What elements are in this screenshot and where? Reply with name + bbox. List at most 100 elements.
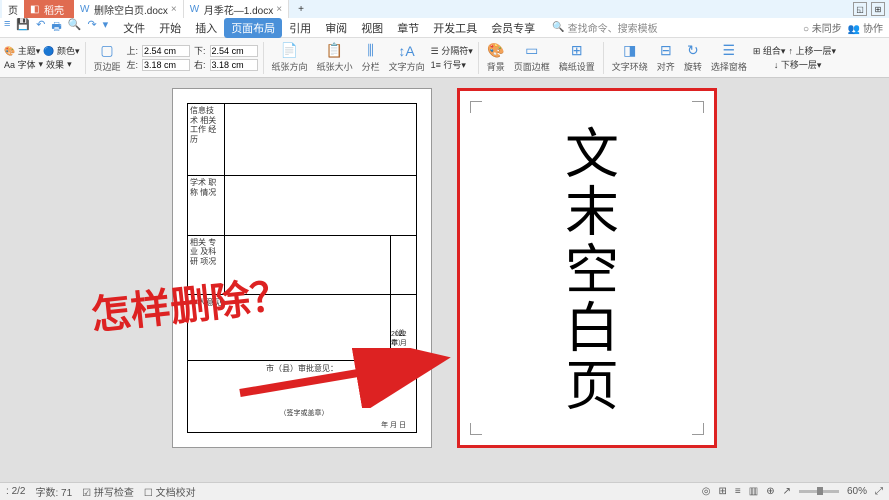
border-button[interactable]: ▭页面边框 — [511, 42, 553, 73]
view-icon[interactable]: ◎ — [702, 486, 711, 497]
textdir-button[interactable]: ↕A文字方向 — [386, 43, 428, 73]
page-indicator[interactable]: : 2/2 — [6, 486, 25, 497]
tab-label: 删除空白页.docx — [94, 2, 168, 17]
spell-check[interactable]: ☑ 拼写检查 — [82, 484, 134, 499]
quick-access: ≡ 💾 ↶ 🖶 🔍 ↷ ▾ — [4, 18, 108, 37]
margin-top-input[interactable] — [142, 45, 190, 57]
menu-file[interactable]: 文件 — [116, 18, 152, 38]
document-canvas[interactable]: 信息技术 相关 工作 经历 学术 职称 情况 相关 专业 及科研 项况 本人意见… — [0, 78, 889, 482]
effects-button[interactable]: 效果 — [46, 58, 64, 71]
menu-home[interactable]: 开始 — [152, 18, 188, 38]
tab-label: 页 — [8, 2, 18, 17]
align-icon: ⊟ — [660, 42, 672, 59]
color-button[interactable]: 🔵 颜色▾ — [43, 44, 79, 57]
zoom-slider[interactable] — [799, 490, 839, 493]
menu-layout[interactable]: 页面布局 — [224, 18, 282, 38]
print-icon[interactable]: 🖶 — [51, 18, 61, 37]
save-icon[interactable]: 💾 — [16, 18, 30, 37]
margins-button[interactable]: ▢页边距 — [91, 42, 124, 73]
menu-icon[interactable]: ≡ — [4, 18, 10, 37]
expand-icon[interactable]: ⤢ — [875, 486, 883, 497]
pane-button[interactable]: ☰选择窗格 — [708, 42, 750, 73]
tab-add[interactable]: + — [289, 0, 313, 18]
paper-icon: ⊞ — [571, 42, 583, 59]
orientation-button[interactable]: 📄纸张方向 — [269, 42, 311, 73]
app-icon2[interactable]: ⊞ — [871, 2, 885, 16]
close-icon[interactable]: × — [171, 4, 177, 15]
menu-review[interactable]: 审阅 — [318, 18, 354, 38]
tab-logo[interactable]: ◧稻壳 — [24, 0, 74, 18]
view-icon[interactable]: ↗ — [783, 486, 791, 497]
preview-icon[interactable]: 🔍 — [68, 18, 82, 37]
page-2-blank[interactable]: 文末空白页 — [457, 88, 717, 448]
breaks-button[interactable]: ☰ 分隔符▾ — [431, 44, 473, 57]
margin-right-input[interactable] — [210, 59, 258, 71]
tab-app[interactable]: 页 — [2, 0, 24, 18]
group-button[interactable]: ⊞ 组合▾ — [753, 44, 786, 57]
menu-vip[interactable]: 会员专享 — [484, 18, 542, 38]
linenum-button[interactable]: 1≡ 行号▾ — [431, 58, 466, 71]
word-icon: W — [190, 4, 201, 15]
rotate-icon: ↻ — [687, 42, 699, 59]
watermark-button[interactable]: ⊞稿纸设置 — [556, 42, 598, 73]
undo-icon[interactable]: ↶ — [36, 18, 45, 37]
tab-label: 月季花—1.docx — [204, 2, 273, 17]
arrange-group: ⊞ 组合▾↑ 上移一层▾ 空白 ↓ 下移一层▾ — [753, 44, 836, 71]
app-icon1[interactable]: ◱ — [853, 2, 867, 16]
separator — [85, 42, 86, 74]
font-button[interactable]: Aa 字体 — [4, 58, 36, 71]
plus-icon: + — [298, 4, 304, 15]
bg-icon: 🎨 — [487, 42, 504, 59]
background-button[interactable]: 🎨背景 — [484, 42, 508, 73]
menu-view[interactable]: 视图 — [354, 18, 390, 38]
menu-ref[interactable]: 引用 — [282, 18, 318, 38]
dropdown-icon[interactable]: ▾ — [103, 18, 109, 37]
size-button[interactable]: 📋纸张大小 — [314, 42, 356, 73]
tab-strip: 页 ◧稻壳 W删除空白页.docx× W月季花—1.docx× + — [2, 0, 313, 18]
redo-icon[interactable]: ↷ — [87, 18, 96, 37]
margins-icon: ▢ — [100, 42, 113, 59]
zoom-value[interactable]: 60% — [847, 486, 867, 497]
crop-mark-icon — [470, 101, 482, 113]
tab-label: 稻壳 — [44, 2, 64, 17]
view-icon[interactable]: ▥ — [749, 486, 758, 497]
crop-mark-icon — [692, 423, 704, 435]
cell-date: 年 月 日 — [381, 420, 406, 430]
collab-button[interactable]: 👥 协作 — [848, 20, 883, 35]
search-icon: 🔍 — [552, 22, 564, 33]
view-icon[interactable]: ⊞ — [719, 486, 727, 497]
theme-button[interactable]: 🎨 主题▾ — [4, 44, 40, 57]
pane-icon: ☰ — [723, 42, 736, 59]
margin-left-input[interactable] — [142, 59, 190, 71]
movedown-button[interactable]: ↓ 下移一层▾ — [774, 58, 822, 71]
search-box[interactable]: 🔍 查找命令、搜索模板 — [552, 20, 657, 35]
menu-insert[interactable]: 插入 — [188, 18, 224, 38]
doc-proof[interactable]: ☐ 文档校对 — [144, 484, 196, 499]
margin-bottom-input[interactable] — [210, 45, 258, 57]
moveup-button[interactable]: ↑ 上移一层▾ — [788, 44, 836, 57]
view-icon[interactable]: ⊕ — [766, 486, 774, 497]
menubar-right: ○ 未同步 👥 协作 — [803, 20, 889, 35]
sync-status[interactable]: ○ 未同步 — [803, 20, 842, 35]
align-button[interactable]: ⊟对齐 — [654, 42, 678, 73]
view-icon[interactable]: ≡ — [735, 486, 741, 497]
close-icon[interactable]: × — [276, 4, 282, 15]
word-count[interactable]: 字数: 71 — [35, 484, 72, 499]
cell-sign: （签字或盖章） — [190, 408, 418, 418]
menu-chapter[interactable]: 章节 — [390, 18, 426, 38]
columns-icon: ⫼ — [367, 42, 373, 59]
rotate-button[interactable]: ↻旋转 — [681, 42, 705, 73]
size-icon: 📋 — [326, 42, 343, 59]
tab-doc1[interactable]: W删除空白页.docx× — [74, 0, 184, 18]
search-placeholder: 查找命令、搜索模板 — [568, 20, 658, 35]
columns-button[interactable]: ⫼分栏 — [359, 42, 383, 73]
status-bar: : 2/2 字数: 71 ☑ 拼写检查 ☐ 文档校对 ◎ ⊞ ≡ ▥ ⊕ ↗ 6… — [0, 482, 889, 500]
cell-label: 学术 职称 情况 — [190, 178, 222, 197]
tab-doc2[interactable]: W月季花—1.docx× — [184, 0, 289, 18]
ribbon: 🎨 主题▾🔵 颜色▾ Aa 字体▾ 效果▾ ▢页边距 上:下: 左:右: 📄纸张… — [0, 38, 889, 78]
textdir-icon: ↕A — [398, 43, 414, 59]
menu-dev[interactable]: 开发工具 — [426, 18, 484, 38]
theme-group: 🎨 主题▾🔵 颜色▾ Aa 字体▾ 效果▾ — [4, 44, 80, 71]
separator — [263, 42, 264, 74]
wrap-button[interactable]: ◨文字环绕 — [609, 42, 651, 73]
